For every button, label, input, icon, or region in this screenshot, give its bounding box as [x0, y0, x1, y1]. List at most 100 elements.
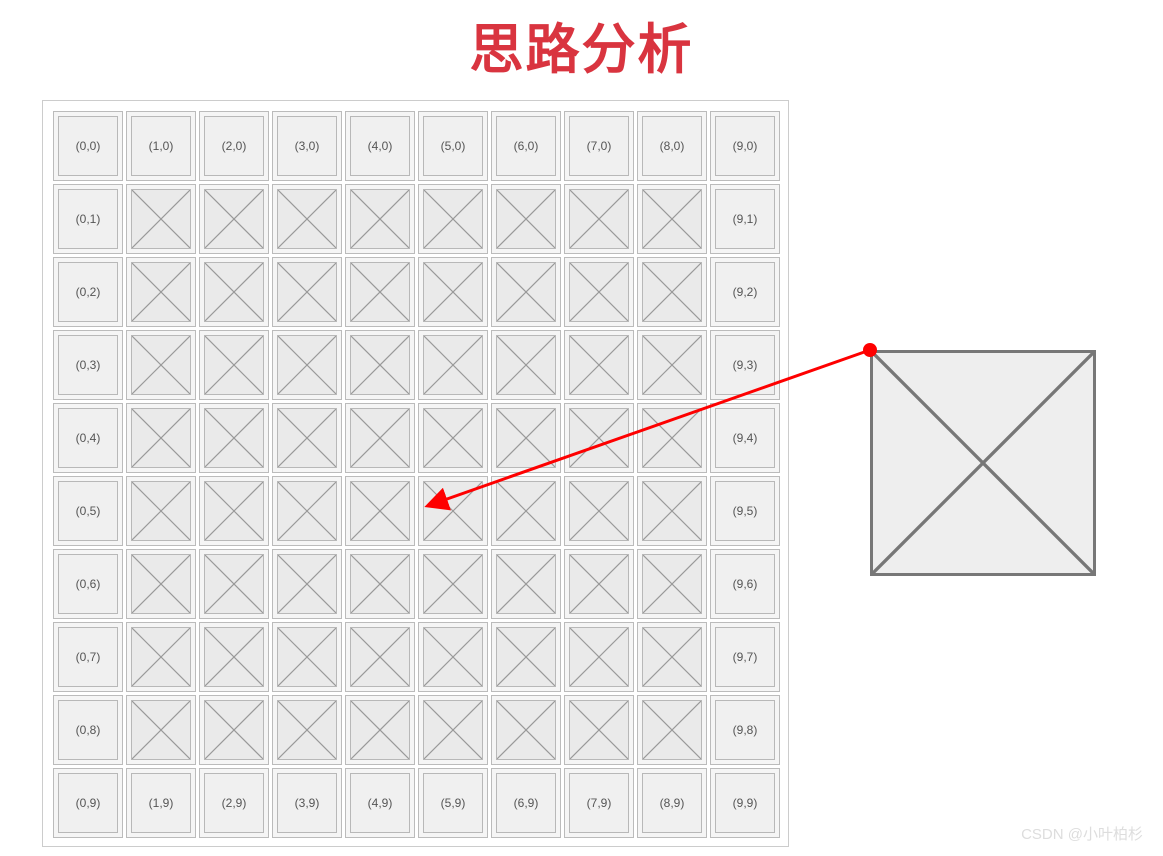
grid-cell: (3,0) — [272, 111, 342, 181]
cell-label: (9,7) — [733, 650, 758, 664]
grid-cell: (9,5) — [710, 476, 780, 546]
grid-cell — [564, 330, 634, 400]
cell-label: (9,1) — [733, 212, 758, 226]
cell-label: (9,8) — [733, 723, 758, 737]
grid-cell: (7,0) — [564, 111, 634, 181]
grid-cell — [637, 695, 707, 765]
cell-inner — [277, 335, 337, 395]
cell-inner: (7,0) — [569, 116, 629, 176]
cell-label: (0,4) — [76, 431, 101, 445]
cell-inner: (9,8) — [715, 700, 775, 760]
cell-inner — [496, 262, 556, 322]
watermark: CSDN @小叶柏杉 — [1021, 823, 1143, 844]
cell-inner — [423, 627, 483, 687]
cell-label: (0,2) — [76, 285, 101, 299]
grid-cell: (9,4) — [710, 403, 780, 473]
grid-cell — [272, 403, 342, 473]
grid-cell — [564, 184, 634, 254]
cell-label: (9,2) — [733, 285, 758, 299]
cell-inner — [204, 262, 264, 322]
cell-inner — [204, 554, 264, 614]
grid-cell — [126, 184, 196, 254]
cell-label: (0,1) — [76, 212, 101, 226]
grid-cell: (5,9) — [418, 768, 488, 838]
enlarged-cell — [870, 350, 1096, 576]
grid-cell — [564, 403, 634, 473]
cell-inner: (3,9) — [277, 773, 337, 833]
grid-cell — [126, 476, 196, 546]
grid-cell: (9,3) — [710, 330, 780, 400]
cell-label: (6,0) — [514, 139, 539, 153]
cell-inner — [131, 481, 191, 541]
cell-label: (0,6) — [76, 577, 101, 591]
cell-inner: (0,9) — [58, 773, 118, 833]
cell-inner: (9,2) — [715, 262, 775, 322]
grid-cell — [491, 257, 561, 327]
cell-label: (3,0) — [295, 139, 320, 153]
cell-inner: (0,6) — [58, 554, 118, 614]
cell-inner — [204, 481, 264, 541]
cell-inner — [350, 700, 410, 760]
grid-cell — [199, 330, 269, 400]
grid-cell — [199, 622, 269, 692]
cell-inner: (9,1) — [715, 189, 775, 249]
cell-inner — [642, 627, 702, 687]
grid-cell: (1,9) — [126, 768, 196, 838]
cell-inner — [569, 700, 629, 760]
cell-inner — [350, 262, 410, 322]
grid-cell: (4,0) — [345, 111, 415, 181]
cell-inner — [642, 700, 702, 760]
grid-cell — [345, 330, 415, 400]
grid-cell: (5,0) — [418, 111, 488, 181]
cell-inner: (2,9) — [204, 773, 264, 833]
cell-inner — [496, 627, 556, 687]
cell-label: (0,0) — [76, 139, 101, 153]
grid-cell — [272, 695, 342, 765]
grid-cell: (0,3) — [53, 330, 123, 400]
cell-inner — [204, 335, 264, 395]
cell-inner: (0,2) — [58, 262, 118, 322]
grid-cell: (9,2) — [710, 257, 780, 327]
grid-cell — [272, 622, 342, 692]
cell-inner: (9,0) — [715, 116, 775, 176]
grid-cell — [637, 476, 707, 546]
grid-cell: (0,9) — [53, 768, 123, 838]
cell-label: (0,8) — [76, 723, 101, 737]
cell-inner — [569, 554, 629, 614]
cell-inner: (4,0) — [350, 116, 410, 176]
cell-inner: (9,4) — [715, 408, 775, 468]
grid-cell — [345, 549, 415, 619]
grid-cell — [345, 257, 415, 327]
cell-inner: (1,9) — [131, 773, 191, 833]
grid-cell — [199, 403, 269, 473]
cell-inner — [423, 481, 483, 541]
cell-inner: (5,0) — [423, 116, 483, 176]
grid-cell: (0,7) — [53, 622, 123, 692]
cell-inner — [131, 335, 191, 395]
grid-cell — [637, 184, 707, 254]
grid-cell: (0,4) — [53, 403, 123, 473]
cell-inner — [642, 335, 702, 395]
grid-cell — [418, 549, 488, 619]
cell-inner: (0,3) — [58, 335, 118, 395]
grid-cell — [126, 330, 196, 400]
grid-cell — [345, 403, 415, 473]
cell-inner — [277, 554, 337, 614]
cell-inner: (0,7) — [58, 627, 118, 687]
grid-cell: (0,5) — [53, 476, 123, 546]
cell-inner — [131, 554, 191, 614]
grid-cell — [126, 695, 196, 765]
grid-cell — [418, 622, 488, 692]
grid-cell — [345, 622, 415, 692]
cell-inner — [204, 189, 264, 249]
cell-inner: (1,0) — [131, 116, 191, 176]
coordinate-grid: (0,0)(1,0)(2,0)(3,0)(4,0)(5,0)(6,0)(7,0)… — [53, 111, 780, 838]
cell-inner — [350, 481, 410, 541]
grid-cell: (1,0) — [126, 111, 196, 181]
grid-cell — [491, 330, 561, 400]
cell-label: (9,3) — [733, 358, 758, 372]
cell-inner: (0,5) — [58, 481, 118, 541]
grid-cell — [418, 330, 488, 400]
cell-inner — [350, 335, 410, 395]
grid-cell — [199, 257, 269, 327]
